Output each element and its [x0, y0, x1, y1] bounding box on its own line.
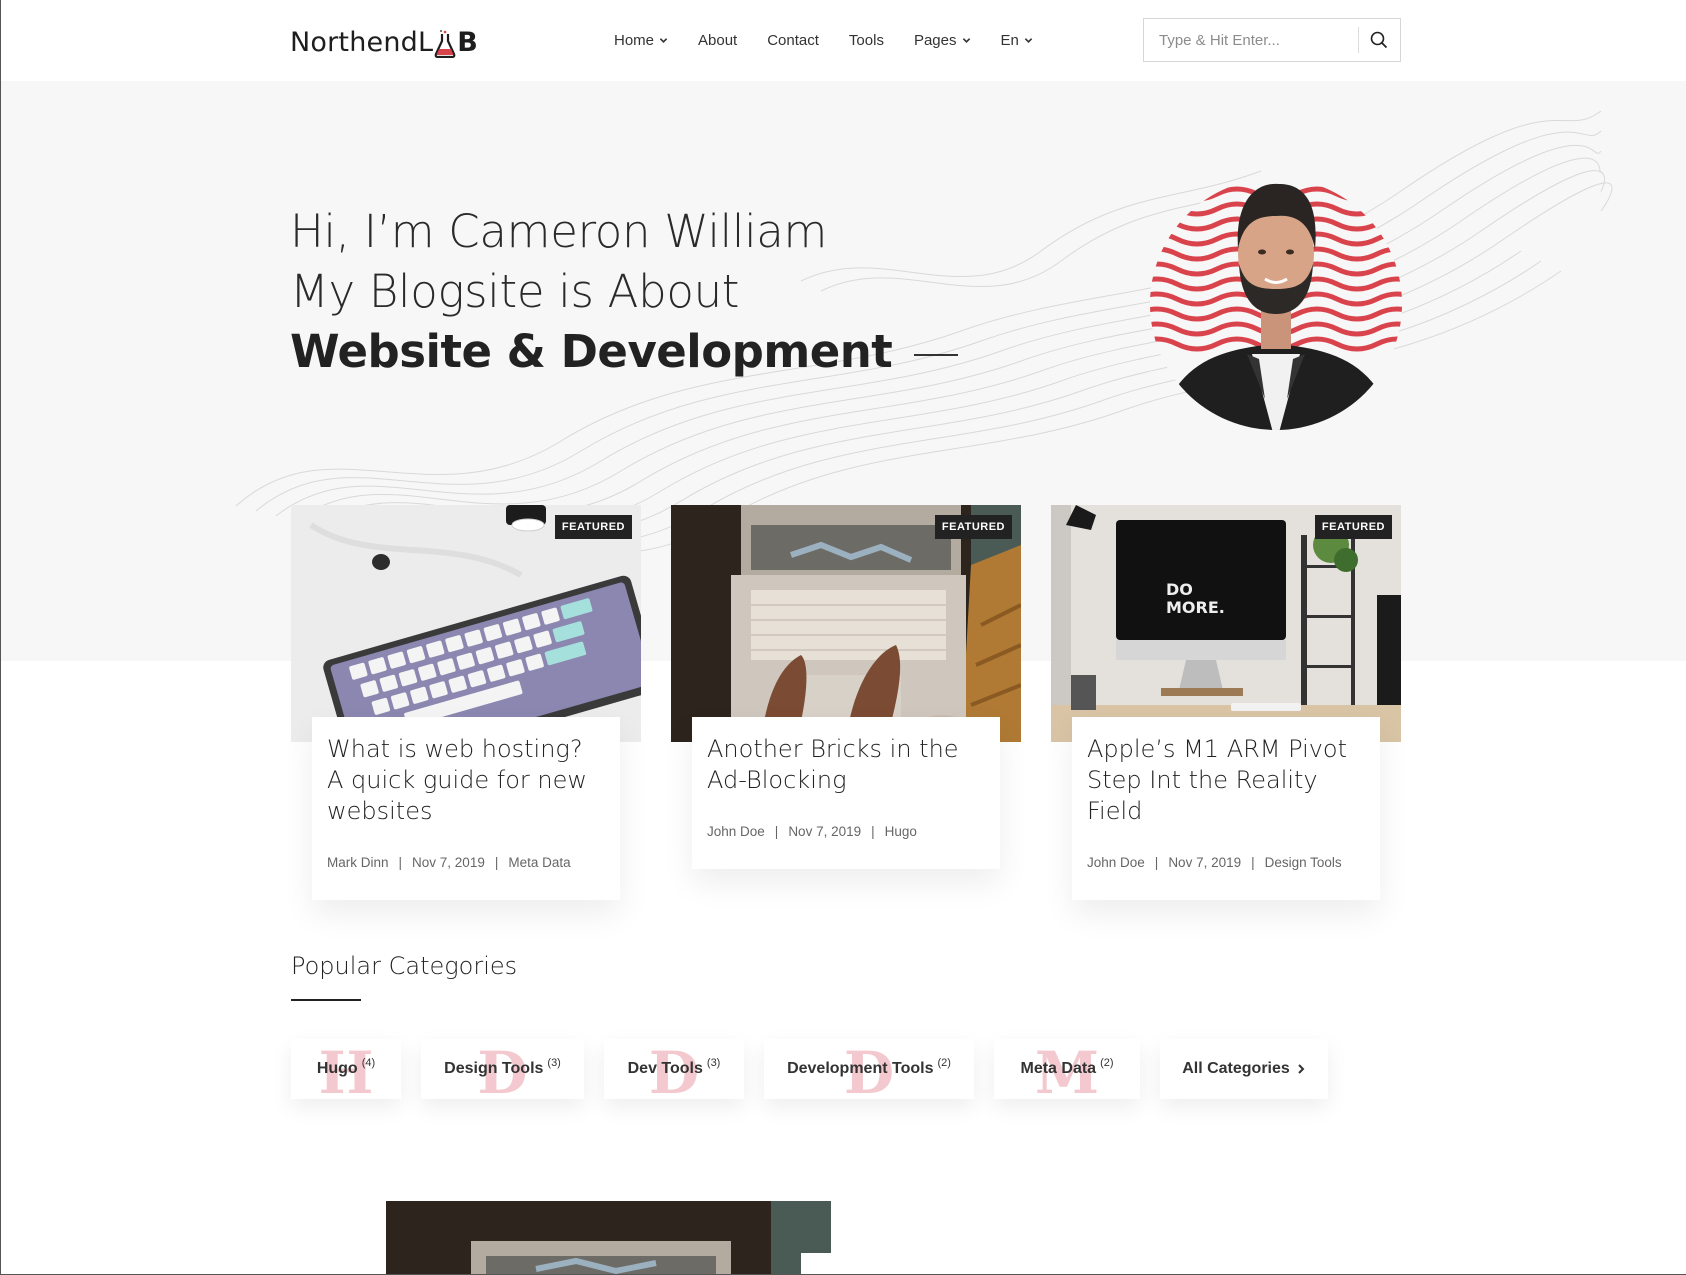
card-body: Apple’s M1 ARM Pivot Step Int the Realit…	[1072, 717, 1380, 900]
meta-separator: |	[398, 855, 403, 870]
chevron-down-icon	[962, 37, 970, 43]
nav-pages-label: Pages	[913, 31, 957, 49]
category-name: Meta Data	[1020, 1060, 1097, 1077]
post-title[interactable]: Apple’s M1 ARM Pivot Step Int the Realit…	[1087, 734, 1365, 827]
post-thumbnail-desktop[interactable]: DO MORE. FEATURED	[1051, 505, 1401, 742]
featured-badge: FEATURED	[1314, 515, 1392, 539]
post-category[interactable]: Design Tools	[1265, 855, 1342, 870]
category-name: Development Tools	[787, 1060, 934, 1077]
category-dev-tools[interactable]: D Dev Tools (3)	[604, 1039, 744, 1107]
flask-icon	[434, 30, 456, 59]
nav-contact-label: Contact	[767, 31, 819, 49]
chevron-right-icon	[1298, 1064, 1305, 1074]
all-categories-text: All Categories	[1182, 1060, 1290, 1077]
category-hugo[interactable]: H Hugo (4)	[291, 1039, 401, 1107]
post-meta: Mark Dinn | Nov 7, 2019 | Meta Data	[327, 855, 605, 870]
category-label: Hugo (4)	[316, 1057, 376, 1078]
post-thumbnail-laptop[interactable]: FEATURED	[671, 505, 1021, 742]
nav-language-label: En	[1000, 31, 1019, 49]
laptop-image-partial	[386, 1201, 831, 1274]
chevron-down-icon	[1024, 37, 1033, 43]
post-category[interactable]: Hugo	[885, 824, 917, 839]
nav-home[interactable]: Home	[614, 28, 668, 52]
meta-separator: |	[871, 824, 875, 839]
svg-text:DO: DO	[1166, 580, 1193, 599]
category-name: Design Tools	[444, 1060, 544, 1077]
nav-about[interactable]: About	[698, 28, 737, 52]
featured-badge: FEATURED	[554, 515, 632, 539]
category-label: Design Tools (3)	[444, 1057, 561, 1078]
post-date: Nov 7, 2019	[788, 824, 862, 839]
svg-text:MORE.: MORE.	[1166, 598, 1225, 617]
post-category[interactable]: Meta Data	[508, 855, 570, 870]
category-design-tools[interactable]: D Design Tools (3)	[421, 1039, 584, 1107]
category-name: Hugo	[316, 1060, 358, 1077]
featured-posts: FEATURED What is web hosting? A quick gu…	[291, 505, 1401, 905]
post-author[interactable]: Mark Dinn	[327, 855, 389, 870]
meta-separator: |	[494, 855, 499, 870]
post-date: Nov 7, 2019	[1168, 855, 1242, 870]
main-nav: Home About Contact Tools Pages En	[614, 28, 1063, 52]
nav-language[interactable]: En	[1001, 28, 1033, 52]
imac-desk-image: DO MORE.	[1051, 505, 1401, 742]
section-title: Popular Categories	[291, 952, 518, 980]
nav-tools[interactable]: Tools	[849, 28, 884, 52]
search-icon	[1371, 31, 1388, 49]
category-name: Dev Tools	[627, 1060, 703, 1077]
hero-dash	[914, 354, 959, 356]
post-author[interactable]: John Doe	[707, 824, 765, 839]
category-label: Dev Tools (3)	[627, 1057, 721, 1078]
post-thumbnail-partial[interactable]	[386, 1201, 831, 1274]
category-development-tools[interactable]: D Development Tools (2)	[764, 1039, 974, 1107]
category-list: H Hugo (4) D Design Tools (3) D Dev Tools(…	[291, 1039, 1348, 1107]
card-body: What is web hosting? A quick guide for n…	[312, 717, 620, 900]
site-header: NorthendL B Home About Contact Tools Pag…	[1, 0, 1686, 81]
category-label: Development Tools (2)	[787, 1057, 951, 1078]
post-meta: John Doe | Nov 7, 2019 | Hugo	[707, 824, 985, 839]
search-box	[1143, 18, 1401, 62]
all-categories-label: All Categories	[1182, 1060, 1306, 1078]
category-count: (2)	[1100, 1057, 1114, 1069]
category-count: (4)	[361, 1057, 376, 1069]
nav-pages[interactable]: Pages	[914, 28, 971, 52]
category-count: (2)	[937, 1057, 951, 1069]
site-logo[interactable]: NorthendL B	[290, 24, 479, 59]
category-count: (3)	[706, 1057, 721, 1069]
nav-tools-label: Tools	[848, 31, 884, 49]
meta-separator: |	[1154, 855, 1159, 870]
hero-line-3: Website & Development	[290, 322, 959, 382]
page: NorthendL B Home About Contact Tools Pag…	[0, 0, 1686, 1275]
hero-line-3-text: Website & Development	[290, 325, 893, 378]
nav-home-label: Home	[614, 31, 655, 49]
post-title[interactable]: What is web hosting? A quick guide for n…	[327, 734, 605, 827]
logo-text: NorthendL	[290, 27, 434, 58]
nav-contact[interactable]: Contact	[767, 28, 819, 52]
search-button[interactable]	[1359, 19, 1400, 61]
search-input[interactable]	[1144, 19, 1358, 61]
nav-about-label: About	[698, 31, 738, 49]
post-meta: John Doe | Nov 7, 2019 | Design Tools	[1087, 855, 1365, 870]
keyboard-image	[291, 505, 641, 742]
card-body: Another Bricks in the Ad-Blocking John D…	[692, 717, 1000, 869]
category-count: (3)	[547, 1057, 561, 1069]
laptop-typing-image	[671, 505, 1021, 742]
category-meta-data[interactable]: M Meta Data (2)	[994, 1039, 1140, 1107]
logo-suffix: B	[457, 27, 479, 58]
section-title-underline	[291, 999, 361, 1001]
chevron-down-icon	[659, 37, 668, 43]
post-author[interactable]: John Doe	[1087, 855, 1145, 870]
hero-line-1: Hi, I’m Cameron William	[290, 205, 828, 258]
hero-line-2: My Blogsite is About	[290, 265, 740, 318]
all-categories-link[interactable]: All Categories	[1160, 1039, 1328, 1099]
featured-badge: FEATURED	[934, 515, 1012, 539]
meta-separator: |	[774, 824, 779, 839]
post-title[interactable]: Another Bricks in the Ad-Blocking	[707, 734, 985, 796]
post-thumbnail-keyboard[interactable]: FEATURED	[291, 505, 641, 742]
author-avatar	[1150, 178, 1402, 430]
category-label: Meta Data (2)	[1020, 1057, 1114, 1078]
post-date: Nov 7, 2019	[412, 855, 485, 870]
meta-separator: |	[1251, 855, 1255, 870]
hero-heading: Hi, I’m Cameron William My Blogsite is A…	[290, 202, 959, 382]
